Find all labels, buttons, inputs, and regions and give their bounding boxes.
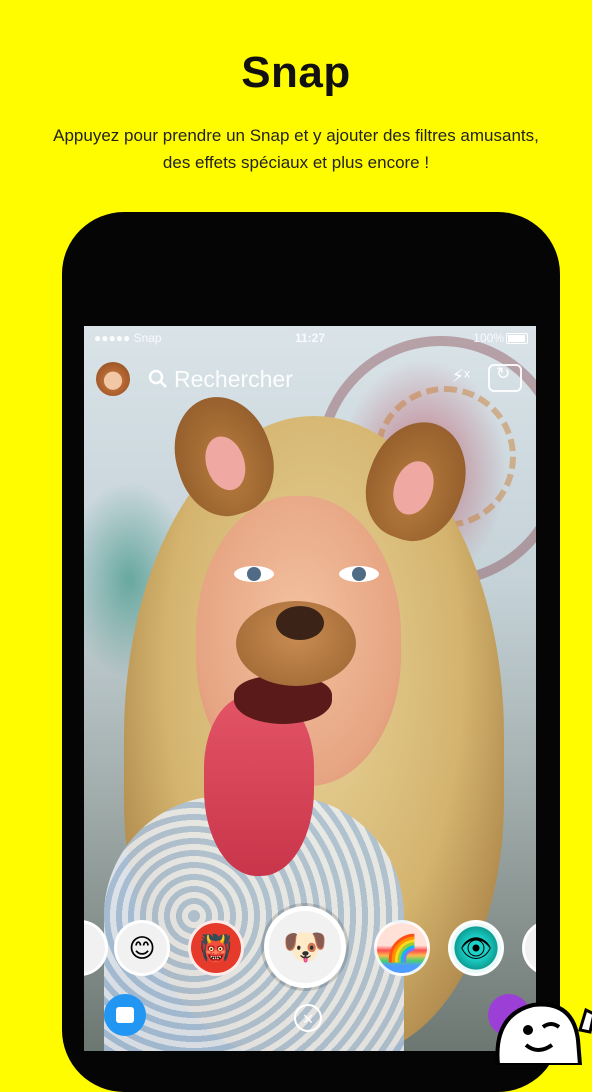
- dog-tongue: [204, 696, 314, 876]
- camera-screen[interactable]: ●●●●● Snap 11:27 100% Rechercher ⚡ˣ 😊 👹 …: [84, 326, 536, 1051]
- devil-icon: 👹: [199, 932, 233, 963]
- status-bar: ●●●●● Snap 11:27 100%: [84, 326, 536, 350]
- dog-icon: 🐶: [282, 926, 328, 967]
- close-lens-button[interactable]: ×: [294, 1004, 322, 1032]
- camera-top-bar: Rechercher ⚡ˣ: [84, 358, 536, 398]
- flip-camera-icon[interactable]: [488, 364, 522, 392]
- page-subtitle: Appuyez pour prendre un Snap et y ajoute…: [53, 126, 539, 172]
- left-eye: [234, 566, 274, 582]
- search-button[interactable]: Rechercher: [148, 364, 293, 394]
- lens-devil[interactable]: 👹: [188, 920, 244, 976]
- rainbow-icon: 🌈: [385, 932, 419, 963]
- lens-teal-eye[interactable]: 👁: [448, 920, 504, 976]
- battery-icon: [506, 333, 528, 344]
- dog-nose: [276, 606, 324, 640]
- lens-rainbow[interactable]: 🌈: [374, 920, 430, 976]
- page-title: Snap: [241, 48, 351, 97]
- lens-cute-face[interactable]: 😊: [114, 920, 170, 976]
- ghost-mascot-icon: [495, 1002, 592, 1065]
- lens-dog-selected[interactable]: 🐶: [264, 906, 346, 988]
- camera-bottom-bar: ×: [84, 986, 536, 1051]
- right-eye: [339, 566, 379, 582]
- lens-partial-left[interactable]: [84, 920, 108, 976]
- search-label: Rechercher: [174, 365, 293, 392]
- cute-face-icon: 😊: [128, 932, 156, 963]
- lens-partial-right[interactable]: [522, 920, 536, 976]
- teal-eye-icon: 👁: [459, 932, 493, 963]
- bitmoji-avatar[interactable]: [96, 362, 130, 396]
- lens-carousel[interactable]: 😊 👹 🐶 🌈 👁: [84, 906, 536, 988]
- battery-percent: 100%: [473, 331, 504, 345]
- chat-button[interactable]: [104, 994, 146, 1036]
- search-icon: [148, 369, 167, 388]
- status-time: 11:27: [294, 331, 326, 345]
- flash-off-icon[interactable]: ⚡ˣ: [451, 366, 470, 387]
